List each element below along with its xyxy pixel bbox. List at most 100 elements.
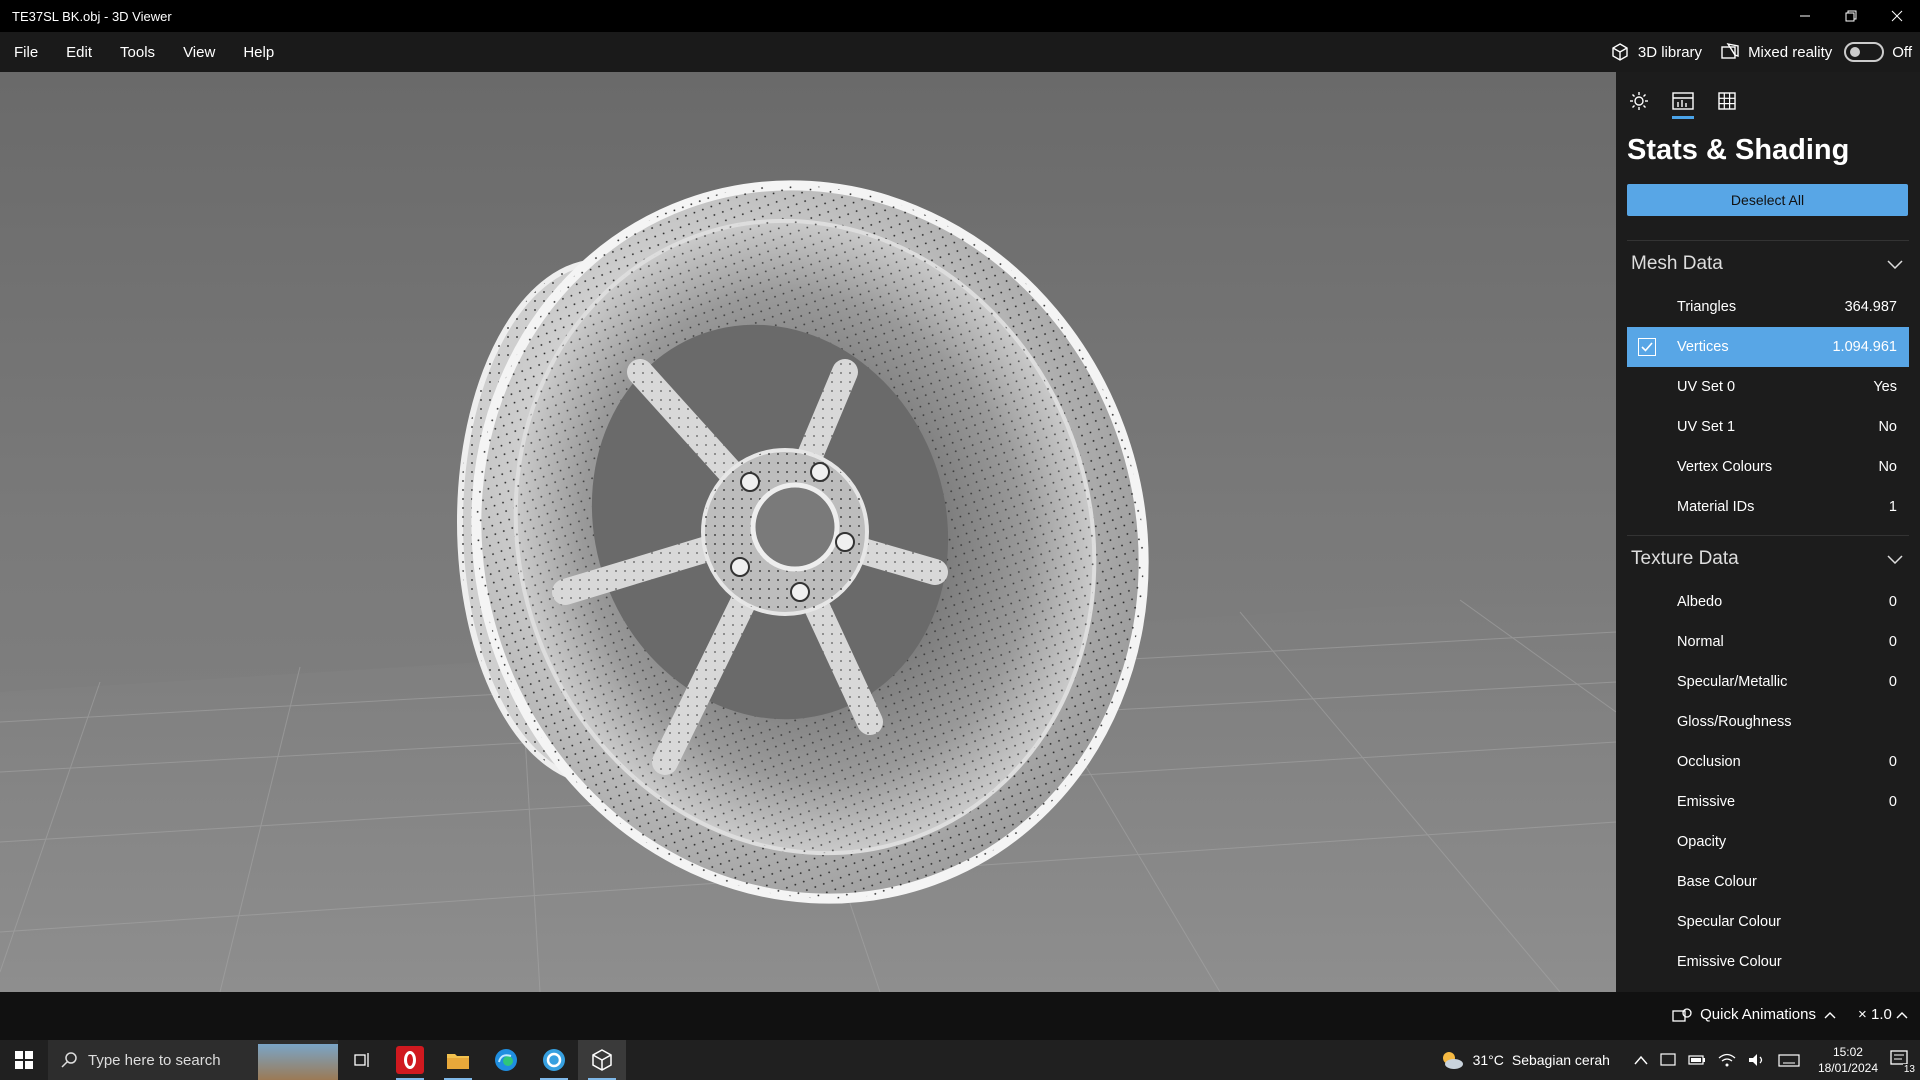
tab-lighting[interactable] <box>1628 89 1650 113</box>
row-label: UV Set 1 <box>1677 419 1736 435</box>
row-label: Emissive Colour <box>1677 954 1782 970</box>
texture-row-specular-metallic[interactable]: Specular/Metallic 0 <box>1627 662 1909 702</box>
mesh-row-triangles[interactable]: Triangles 364.987 <box>1627 287 1909 327</box>
notification-center-button[interactable]: 13 <box>1890 1049 1916 1075</box>
texture-row-base-colour[interactable]: Base Colour <box>1627 862 1909 902</box>
minimize-button[interactable] <box>1782 0 1828 32</box>
row-label: Triangles <box>1677 299 1737 315</box>
row-label: Material IDs <box>1677 499 1755 515</box>
partly-cloudy-icon <box>1442 1052 1463 1069</box>
mixed-reality-toggle[interactable]: Off <box>1844 42 1912 62</box>
tab-stats[interactable] <box>1672 89 1694 119</box>
texture-row-normal[interactable]: Normal 0 <box>1627 622 1909 662</box>
cube-icon <box>1612 43 1628 61</box>
title-bar: TE37SL BK.obj - 3D Viewer <box>0 0 1920 32</box>
row-label: Specular Colour <box>1677 914 1781 930</box>
taskbar-opera[interactable] <box>386 1040 434 1080</box>
clock-time: 15:02 <box>1832 1045 1863 1059</box>
taskbar-browser[interactable] <box>530 1040 578 1080</box>
keyboard-icon[interactable] <box>1778 1053 1800 1067</box>
wifi-icon[interactable] <box>1718 1053 1736 1067</box>
texture-data-heading: Texture Data <box>1631 548 1739 569</box>
row-value: 1 <box>1888 499 1897 515</box>
texture-row-emissive[interactable]: Emissive 0 <box>1627 782 1909 822</box>
row-label: UV Set 0 <box>1677 379 1736 395</box>
chevron-down-icon <box>1887 555 1903 564</box>
mesh-row-material-ids[interactable]: Material IDs 1 <box>1627 487 1909 527</box>
animation-icon <box>1672 1007 1692 1022</box>
3d-library-button[interactable]: 3D library <box>1610 42 1702 62</box>
row-label: Gloss/Roughness <box>1677 714 1792 730</box>
volume-icon[interactable] <box>1748 1053 1766 1067</box>
animation-speed[interactable]: × 1.0 <box>1858 1006 1908 1023</box>
edge-icon <box>495 1049 517 1071</box>
mesh-row-vertex-colours[interactable]: Vertex Colours No <box>1627 447 1909 487</box>
deselect-all-button[interactable]: Deselect All <box>1627 184 1908 216</box>
sun-icon <box>1630 92 1648 110</box>
folder-icon <box>447 1054 469 1069</box>
scene-canvas[interactable] <box>0 72 1616 992</box>
mesh-data-header[interactable]: Mesh Data <box>1627 241 1909 287</box>
taskbar-file-explorer[interactable] <box>434 1040 482 1080</box>
clock-date: 18/01/2024 <box>1817 1061 1878 1075</box>
quick-animations-label: Quick Animations <box>1700 1006 1816 1023</box>
menu-bar: File Edit Tools View Help 3D library Mix… <box>0 32 1920 72</box>
chevron-up-icon <box>1824 1011 1836 1018</box>
close-icon <box>1891 10 1903 22</box>
opera-icon <box>396 1046 424 1074</box>
menu-file[interactable]: File <box>0 44 52 61</box>
taskbar-edge[interactable] <box>482 1040 530 1080</box>
mesh-row-uv-set-1[interactable]: UV Set 1 No <box>1627 407 1909 447</box>
weather-text: Sebagian cerah <box>1511 1052 1610 1068</box>
mixed-reality-label: Mixed reality <box>1748 43 1833 61</box>
mesh-row-vertices[interactable]: Vertices 1.094.961 <box>1627 327 1909 367</box>
texture-row-occlusion[interactable]: Occlusion 0 <box>1627 742 1909 782</box>
clock[interactable]: 15:02 18/01/2024 <box>1818 1044 1878 1076</box>
texture-row-specular-colour[interactable]: Specular Colour <box>1627 902 1909 942</box>
texture-data-header[interactable]: Texture Data <box>1627 536 1909 582</box>
texture-row-albedo[interactable]: Albedo 0 <box>1627 582 1909 622</box>
search-placeholder: Type here to search <box>88 1051 221 1069</box>
battery-icon[interactable] <box>1688 1054 1706 1066</box>
search-highlight-image <box>258 1044 338 1080</box>
menu-edit[interactable]: Edit <box>52 44 106 61</box>
vertices-checkbox[interactable] <box>1638 338 1656 356</box>
meet-now-icon[interactable] <box>1660 1052 1676 1068</box>
texture-data-section: Texture Data Albedo 0 Normal 0 Specular/Me… <box>1627 535 1909 982</box>
menu-help[interactable]: Help <box>229 44 288 61</box>
mesh-data-heading: Mesh Data <box>1631 253 1723 274</box>
row-value: 0 <box>1888 794 1897 810</box>
mixed-reality-button[interactable]: Mixed reality <box>1720 42 1832 62</box>
menu-tools[interactable]: Tools <box>106 44 169 61</box>
row-value: 1.094.961 <box>1832 339 1897 355</box>
start-button[interactable] <box>0 1040 48 1080</box>
close-button[interactable] <box>1874 0 1920 32</box>
row-label: Vertices <box>1677 339 1729 355</box>
texture-row-opacity[interactable]: Opacity <box>1627 822 1909 862</box>
tab-grid[interactable] <box>1716 89 1738 113</box>
taskbar-search[interactable]: Type here to search <box>48 1040 338 1080</box>
chevron-up-icon[interactable] <box>1634 1055 1648 1065</box>
row-label: Occlusion <box>1677 754 1741 770</box>
mesh-row-uv-set-0[interactable]: UV Set 0 Yes <box>1627 367 1909 407</box>
taskbar-3d-viewer[interactable] <box>578 1040 626 1080</box>
toggle-switch[interactable] <box>1844 42 1885 62</box>
menu-view[interactable]: View <box>169 44 229 61</box>
status-bar: Quick Animations × 1.0 <box>0 992 1920 1040</box>
panel-tabs <box>1616 72 1920 119</box>
task-view-button[interactable] <box>338 1040 386 1080</box>
weather-widget[interactable]: 31°C Sebagian cerah <box>1439 1049 1610 1071</box>
quick-animations-button[interactable]: Quick Animations <box>1672 1006 1836 1023</box>
stats-icon <box>1672 92 1694 110</box>
notification-count: 13 <box>1902 1063 1916 1075</box>
panel-title: Stats & Shading <box>1627 134 1850 166</box>
texture-row-emissive-colour[interactable]: Emissive Colour <box>1627 942 1909 982</box>
weather-temp: 31°C <box>1472 1052 1504 1068</box>
row-value: Yes <box>1873 379 1897 395</box>
3d-viewport[interactable] <box>0 72 1616 992</box>
speed-value: × 1.0 <box>1858 1006 1892 1023</box>
restore-button[interactable] <box>1828 0 1874 32</box>
browser-icon <box>543 1049 565 1071</box>
texture-row-gloss-roughness[interactable]: Gloss/Roughness <box>1627 702 1909 742</box>
opera-o-icon <box>404 1051 416 1069</box>
